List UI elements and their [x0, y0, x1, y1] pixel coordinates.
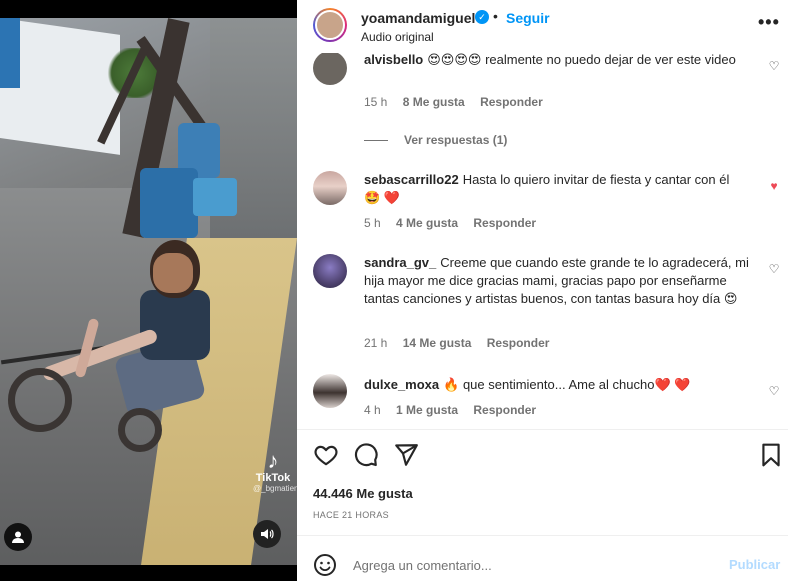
video-barrel: [140, 168, 198, 238]
comment-meta: 4 h 1 Me gusta Responder: [364, 403, 548, 417]
comment-time[interactable]: 5 h: [364, 216, 381, 230]
comment-likes[interactable]: 14 Me gusta: [403, 336, 472, 350]
video-blue-door: [0, 18, 20, 88]
follow-button[interactable]: Seguir: [506, 10, 550, 26]
liked-heart-icon[interactable]: ♥: [767, 179, 781, 193]
tiktok-watermark: ♪ TikTok @_bgmatien: [253, 448, 297, 494]
comment-text: alvisbello 😍😍😍😍 realmente no puedo dejar …: [364, 53, 749, 69]
share-icon[interactable]: [393, 442, 419, 468]
like-comment-icon[interactable]: ♡: [767, 262, 781, 276]
more-options-icon[interactable]: •••: [758, 12, 780, 33]
sound-toggle-button[interactable]: [253, 520, 281, 548]
comment-time[interactable]: 4 h: [364, 403, 381, 417]
video-bike-wheel: [8, 368, 72, 432]
comment-avatar[interactable]: [313, 254, 347, 288]
comment-time[interactable]: 21 h: [364, 336, 387, 350]
comment-avatar[interactable]: [313, 53, 347, 85]
tagged-user-button[interactable]: [4, 523, 32, 551]
post-header: yoamandamiguel ✓ • Seguir Audio original…: [297, 0, 788, 53]
verified-badge-icon: ✓: [475, 10, 489, 24]
view-replies-button[interactable]: Ver respuestas (1): [364, 133, 507, 147]
post-time[interactable]: HACE 21 HORAS: [313, 510, 389, 520]
comment-avatar[interactable]: [313, 374, 347, 408]
like-comment-icon[interactable]: ♡: [767, 59, 781, 73]
view-replies-label: Ver respuestas (1): [404, 133, 508, 147]
tiktok-handle: @_bgmatien: [253, 484, 297, 493]
tiktok-word: TikTok: [255, 472, 291, 484]
comment-body: 🔥 que sentimiento... Ame al chucho❤️ ❤️: [443, 377, 691, 392]
comment-meta: 5 h 4 Me gusta Responder: [364, 216, 548, 230]
post-panel: yoamandamiguel ✓ • Seguir Audio original…: [297, 0, 788, 581]
video-bike-wheel: [118, 408, 162, 452]
divider: [297, 535, 788, 536]
comments-list[interactable]: alvisbello 😍😍😍😍 realmente no puedo dejar …: [297, 53, 788, 429]
comment-username[interactable]: alvisbello: [364, 53, 423, 67]
comment-bubble-icon[interactable]: [353, 442, 379, 468]
comment-input[interactable]: [353, 552, 713, 578]
post-actions: [297, 436, 788, 476]
reply-button[interactable]: Responder: [487, 336, 550, 350]
emoji-icon[interactable]: [313, 553, 337, 577]
comment-time[interactable]: 15 h: [364, 95, 387, 109]
reply-button[interactable]: Responder: [473, 403, 536, 417]
comment-username[interactable]: sebascarrillo22: [364, 172, 459, 187]
author-avatar[interactable]: [313, 8, 347, 42]
comment-meta: 21 h 14 Me gusta Responder: [364, 336, 561, 350]
video-kid-body: [140, 290, 210, 360]
comment-avatar[interactable]: [313, 171, 347, 205]
likes-count[interactable]: 44.446 Me gusta: [313, 486, 413, 501]
user-icon: [12, 531, 24, 543]
reply-button[interactable]: Responder: [473, 216, 536, 230]
separator-dot: •: [493, 8, 498, 24]
video-bucket: [193, 178, 237, 216]
tiktok-icon: ♪: [267, 448, 279, 473]
reply-button[interactable]: Responder: [480, 95, 543, 109]
replies-line: [364, 140, 388, 142]
like-heart-icon[interactable]: [313, 442, 339, 468]
comment-likes[interactable]: 1 Me gusta: [396, 403, 458, 417]
audio-label[interactable]: Audio original: [361, 30, 434, 44]
divider: [297, 429, 788, 430]
like-comment-icon[interactable]: ♡: [767, 384, 781, 398]
comment-body: 😍😍😍😍 realmente no puedo dejar de ver est…: [427, 53, 736, 67]
publish-button[interactable]: Publicar: [729, 557, 780, 572]
comment-text: sandra_gv_ Creeme que cuando este grande …: [364, 254, 754, 308]
comment-username[interactable]: dulxe_moxa: [364, 377, 439, 392]
speaker-icon: [261, 529, 274, 539]
video-kid-face: [153, 253, 193, 293]
author-username[interactable]: yoamandamiguel: [361, 10, 475, 26]
post-media[interactable]: ♪ TikTok @_bgmatien: [0, 0, 297, 581]
comment-text: dulxe_moxa 🔥 que sentimiento... Ame al ch…: [364, 376, 749, 394]
video-frame[interactable]: ♪ TikTok @_bgmatien: [0, 18, 297, 565]
comment-text: sebascarrillo22 Hasta lo quiero invitar d…: [364, 171, 749, 207]
comment-username[interactable]: sandra_gv_: [364, 255, 436, 270]
comment-likes[interactable]: 8 Me gusta: [403, 95, 465, 109]
save-bookmark-icon[interactable]: [758, 442, 784, 468]
comment-meta: 15 h 8 Me gusta Responder: [364, 95, 555, 109]
comment-likes[interactable]: 4 Me gusta: [396, 216, 458, 230]
